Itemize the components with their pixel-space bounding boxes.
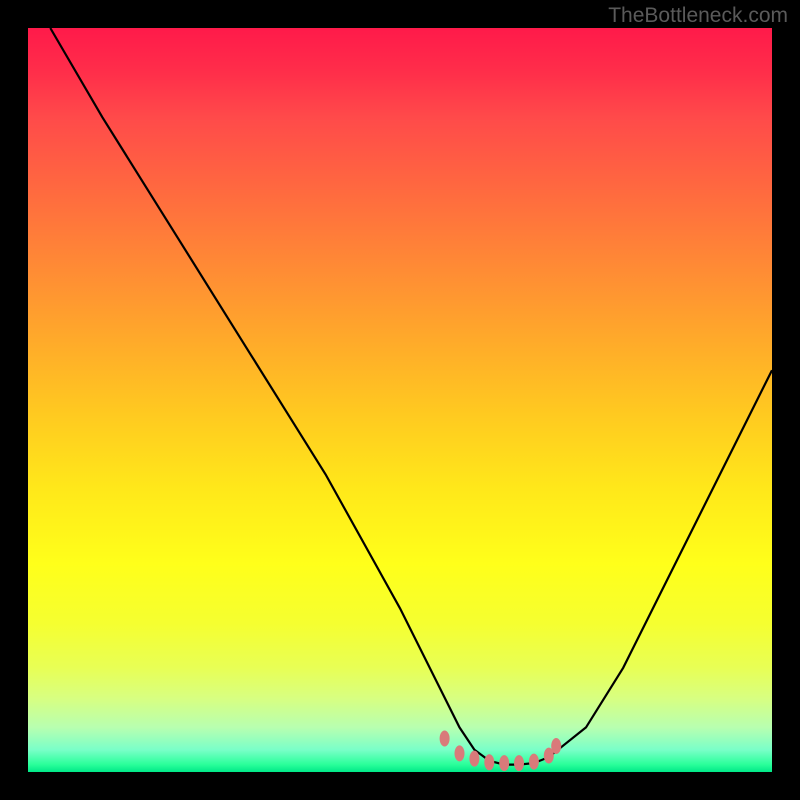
bottleneck-curve (50, 28, 772, 765)
marker-dot (484, 754, 494, 770)
marker-dot (529, 754, 539, 770)
marker-dot (455, 745, 465, 761)
flat-region-markers (440, 731, 562, 772)
marker-dot (440, 731, 450, 747)
chart-svg (28, 28, 772, 772)
marker-dot (551, 738, 561, 754)
marker-dot (469, 751, 479, 767)
plot-gradient-background (28, 28, 772, 772)
marker-dot (499, 755, 509, 771)
marker-dot (514, 755, 524, 771)
watermark-text: TheBottleneck.com (608, 4, 788, 28)
